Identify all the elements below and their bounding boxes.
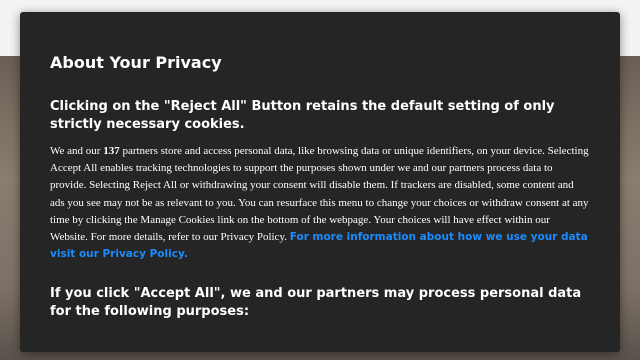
privacy-dialog: About Your Privacy Clicking on the "Reje… [20, 12, 620, 352]
body-prefix: We and our [50, 145, 104, 157]
partner-count: 137 [103, 145, 120, 157]
page: About Your Privacy Clicking on the "Reje… [0, 0, 640, 360]
privacy-body-text: We and our 137 partners store and access… [50, 143, 590, 263]
accept-all-heading: If you click "Accept All", we and our pa… [50, 286, 582, 320]
reject-all-heading: Clicking on the "Reject All" Button reta… [50, 99, 555, 132]
body-rest: partners store and access personal data,… [50, 145, 589, 244]
dialog-title: About Your Privacy [50, 53, 222, 72]
